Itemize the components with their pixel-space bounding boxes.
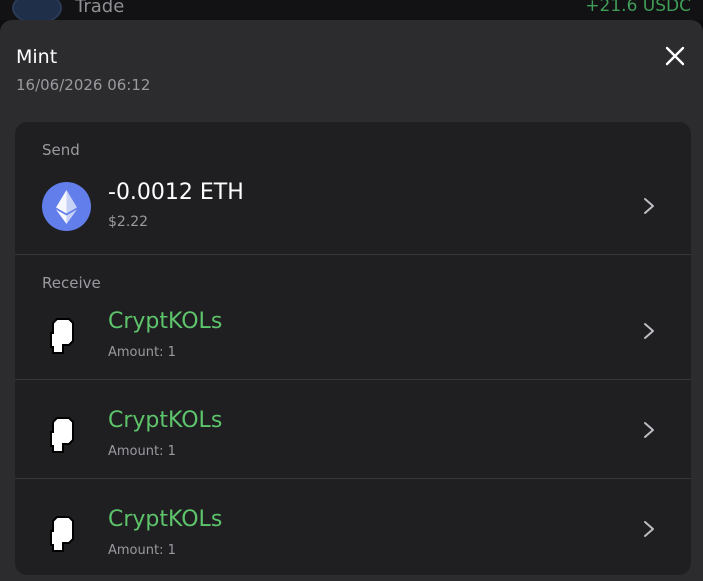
nft-amount: Amount: 1 [108,543,176,558]
receive-item[interactable]: CryptKOLs Amount: 1 [15,380,691,478]
nft-name: CryptKOLs [108,309,223,334]
chevron-right-icon [644,323,654,339]
background-row-amount: +21.6 USDC [585,0,691,16]
transaction-detail-sheet: Mint 16/06/2026 06:12 Send -0.0012 ETH $… [0,20,703,581]
transfer-card: Send -0.0012 ETH $2.22 Receive CryptKOLs… [15,122,691,575]
nft-amount: Amount: 1 [108,444,176,459]
chevron-right-icon [644,521,654,537]
nft-avatar-icon [50,417,74,453]
send-fiat-value: $2.22 [108,214,149,230]
chevron-right-icon [644,422,654,438]
transaction-date: 16/06/2026 06:12 [16,76,151,94]
receive-item[interactable]: CryptKOLs Amount: 1 [15,255,691,379]
close-button[interactable] [663,44,687,68]
receive-item[interactable]: CryptKOLs Amount: 1 [15,479,691,575]
send-amount: -0.0012 ETH [108,180,244,205]
background-list-row: Trade +21.6 USDC [0,0,703,20]
background-avatar [12,0,62,20]
sheet-title: Mint [16,46,58,68]
send-row[interactable]: -0.0012 ETH $2.22 [15,122,691,254]
nft-avatar-icon [50,516,74,552]
nft-name: CryptKOLs [108,408,223,433]
close-icon [665,46,685,66]
nft-name: CryptKOLs [108,507,223,532]
nft-amount: Amount: 1 [108,345,176,360]
background-row-title: Trade [75,0,125,17]
nft-avatar-icon [50,318,74,354]
ethereum-icon [42,182,91,231]
chevron-right-icon [644,198,654,214]
